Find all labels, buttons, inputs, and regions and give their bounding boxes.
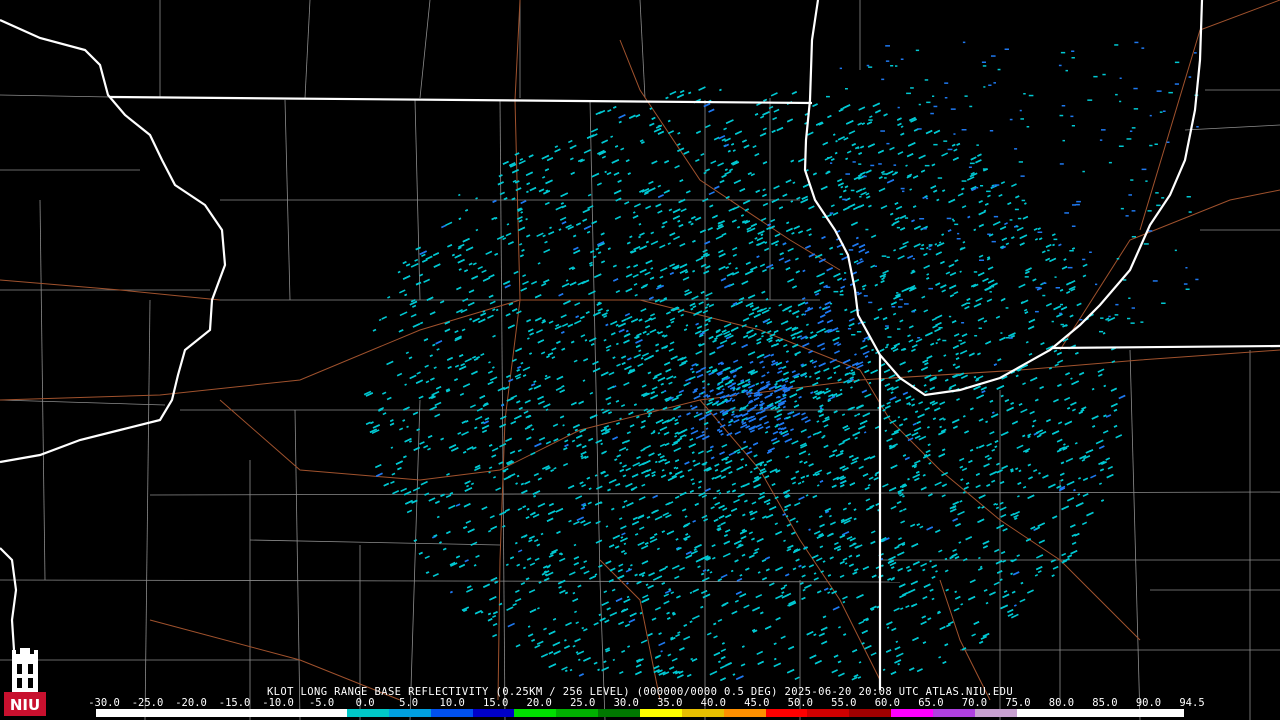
colorbar-tick: 0.0 [355, 697, 375, 709]
colorbar-tick: 90.0 [1135, 697, 1162, 709]
colorbar-tick-labels: -30.0 -25.0 -20.0 -15.0 -10.0 -5.0 0.0 5.0 10.0 1… [88, 697, 1204, 709]
colorbar-tick: 25.0 [570, 697, 596, 709]
colorbar-segment [347, 709, 389, 717]
colorbar-tick: 20.0 [526, 697, 552, 709]
colorbar-tick: 75.0 [1005, 697, 1031, 709]
colorbar-tick: -30.0 [88, 697, 120, 709]
colorbar-segment [1100, 709, 1143, 717]
colorbar-segment [807, 709, 850, 717]
colorbar-tick: -15.0 [218, 697, 251, 709]
colorbar-tick: 70.0 [961, 697, 988, 709]
colorbar-segment [137, 709, 180, 717]
niu-logo: NIU [4, 648, 46, 716]
colorbar-segment [1142, 709, 1184, 717]
colorbar-tick: 94.5 [1179, 697, 1205, 709]
colorbar-segment [221, 709, 264, 717]
colorbar-segment [681, 709, 724, 717]
colorbar-segment [305, 709, 348, 717]
colorbar-segment [472, 709, 515, 717]
colorbar-tick: 10.0 [439, 697, 465, 709]
colorbar-segment [388, 709, 431, 717]
colorbar-tick: 65.0 [918, 697, 944, 709]
colorbar-tick: -5.0 [308, 697, 335, 709]
colorbar-tick: 45.0 [744, 697, 770, 709]
colorbar-segment [1058, 709, 1101, 717]
colorbar-segment [765, 709, 808, 717]
colorbar-tick: -10.0 [262, 697, 294, 709]
colorbar-tick: 15.0 [483, 697, 509, 709]
colorbar-segment [974, 709, 1017, 717]
colorbar-tick: -25.0 [131, 697, 164, 709]
colorbar-segment [891, 709, 933, 717]
reflectivity-colorbar [96, 709, 1184, 717]
radar-site [735, 393, 749, 407]
logo-tower-battlements-icon [12, 648, 38, 656]
colorbar-segment [598, 709, 640, 717]
colorbar-segment [179, 709, 222, 717]
colorbar-tick: -20.0 [175, 697, 207, 709]
colorbar-segment [849, 709, 892, 717]
colorbar-tick: 30.0 [613, 697, 639, 709]
colorbar-segment [514, 709, 557, 717]
colorbar-segment [639, 709, 682, 717]
colorbar-tick: 60.0 [874, 697, 901, 709]
logo-text: NIU [10, 696, 40, 714]
colorbar-tick: 40.0 [700, 697, 726, 709]
colorbar-tick: 50.0 [787, 697, 813, 709]
colorbar-tick: 35.0 [657, 697, 683, 709]
radar-map [0, 0, 1280, 720]
colorbar-segment [96, 709, 138, 717]
colorbar-segment [556, 709, 599, 717]
colorbar-segment [932, 709, 975, 717]
colorbar-tick: 55.0 [831, 697, 857, 709]
colorbar-tick: 85.0 [1092, 697, 1118, 709]
colorbar-segment [1016, 709, 1059, 717]
colorbar-tick: 80.0 [1048, 697, 1075, 709]
colorbar-segment [723, 709, 766, 717]
colorbar-tick: 5.0 [399, 697, 419, 709]
colorbar-segment [430, 709, 473, 717]
map-background [0, 0, 1280, 720]
colorbar-segment [263, 709, 306, 717]
